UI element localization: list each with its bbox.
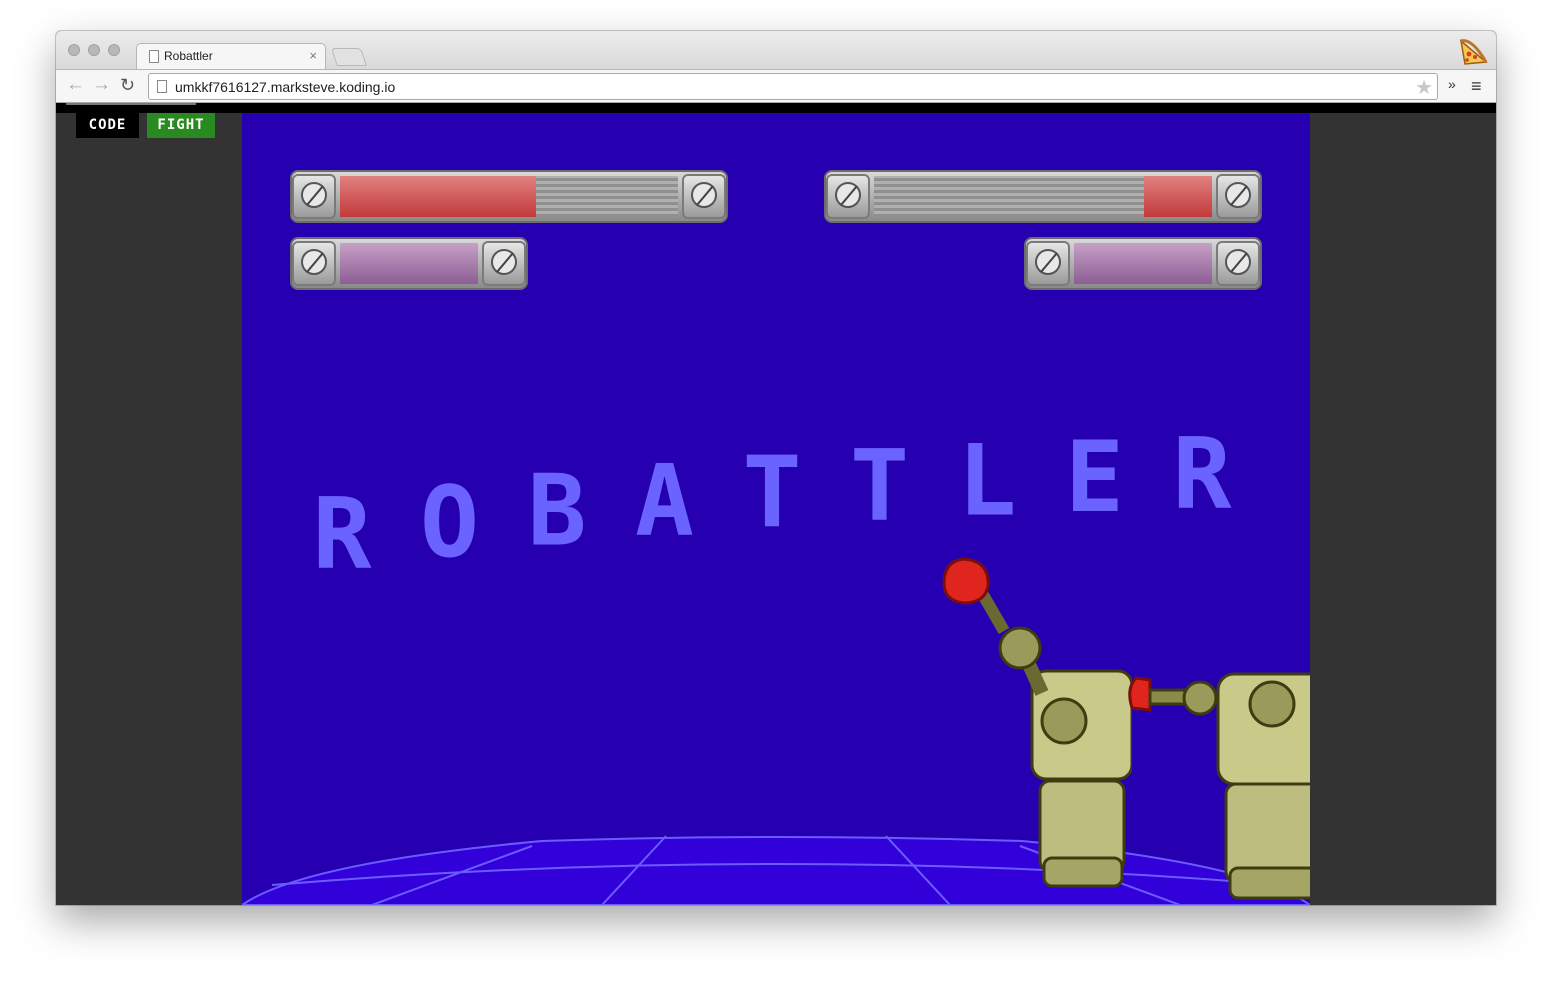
address-bar[interactable]: umkkf7616127.marksteve.koding.io ★ bbox=[148, 73, 1438, 100]
divider bbox=[66, 103, 196, 105]
title-letter: B bbox=[527, 455, 586, 569]
bookmark-star-icon[interactable]: ★ bbox=[1415, 75, 1433, 100]
title-letter: E bbox=[1065, 421, 1124, 535]
code-button[interactable]: CODE bbox=[76, 113, 139, 138]
pizza-icon[interactable] bbox=[1458, 37, 1488, 65]
hamburger-menu-icon[interactable]: ≡ bbox=[1471, 76, 1482, 97]
reload-icon[interactable]: ↻ bbox=[120, 75, 135, 95]
extensions-overflow-icon[interactable]: » bbox=[1448, 76, 1456, 92]
title-letter: A bbox=[635, 444, 694, 558]
browser-toolbar: ← → ↻ umkkf7616127.marksteve.koding.io ★… bbox=[56, 69, 1496, 103]
new-tab-button[interactable] bbox=[331, 48, 367, 66]
minimize-window-button[interactable] bbox=[88, 44, 100, 56]
title-letter: R bbox=[1172, 418, 1231, 532]
page-viewport: CODE FIGHT R O B A T T L E R bbox=[56, 103, 1496, 905]
forward-icon[interactable]: → bbox=[92, 75, 111, 95]
game-stage[interactable]: ROBATTLER bbox=[242, 113, 1310, 905]
maximize-window-button[interactable] bbox=[108, 44, 120, 56]
back-icon[interactable]: ← bbox=[66, 75, 85, 95]
page-icon bbox=[157, 80, 167, 93]
robot-player1 bbox=[942, 557, 1132, 888]
title-letter: T bbox=[850, 429, 909, 543]
url-text[interactable]: umkkf7616127.marksteve.koding.io bbox=[175, 79, 395, 95]
title-letter: T bbox=[742, 436, 801, 550]
tab-close-icon[interactable]: × bbox=[309, 48, 317, 63]
title-letter: O bbox=[420, 466, 479, 580]
robot-player2 bbox=[1128, 672, 1310, 900]
browser-window: Robattler × ← → ↻ umkkf7616127.marksteve… bbox=[56, 31, 1496, 905]
title-bar: Robattler × bbox=[56, 31, 1496, 69]
title-letter: R bbox=[312, 478, 371, 592]
title-letter: L bbox=[957, 425, 1016, 539]
tab-robattler[interactable]: Robattler × bbox=[136, 43, 326, 69]
top-strip bbox=[56, 103, 1496, 113]
close-window-button[interactable] bbox=[68, 44, 80, 56]
page-icon bbox=[149, 50, 159, 63]
tab-title: Robattler bbox=[164, 49, 213, 63]
fight-button[interactable]: FIGHT bbox=[147, 113, 215, 138]
